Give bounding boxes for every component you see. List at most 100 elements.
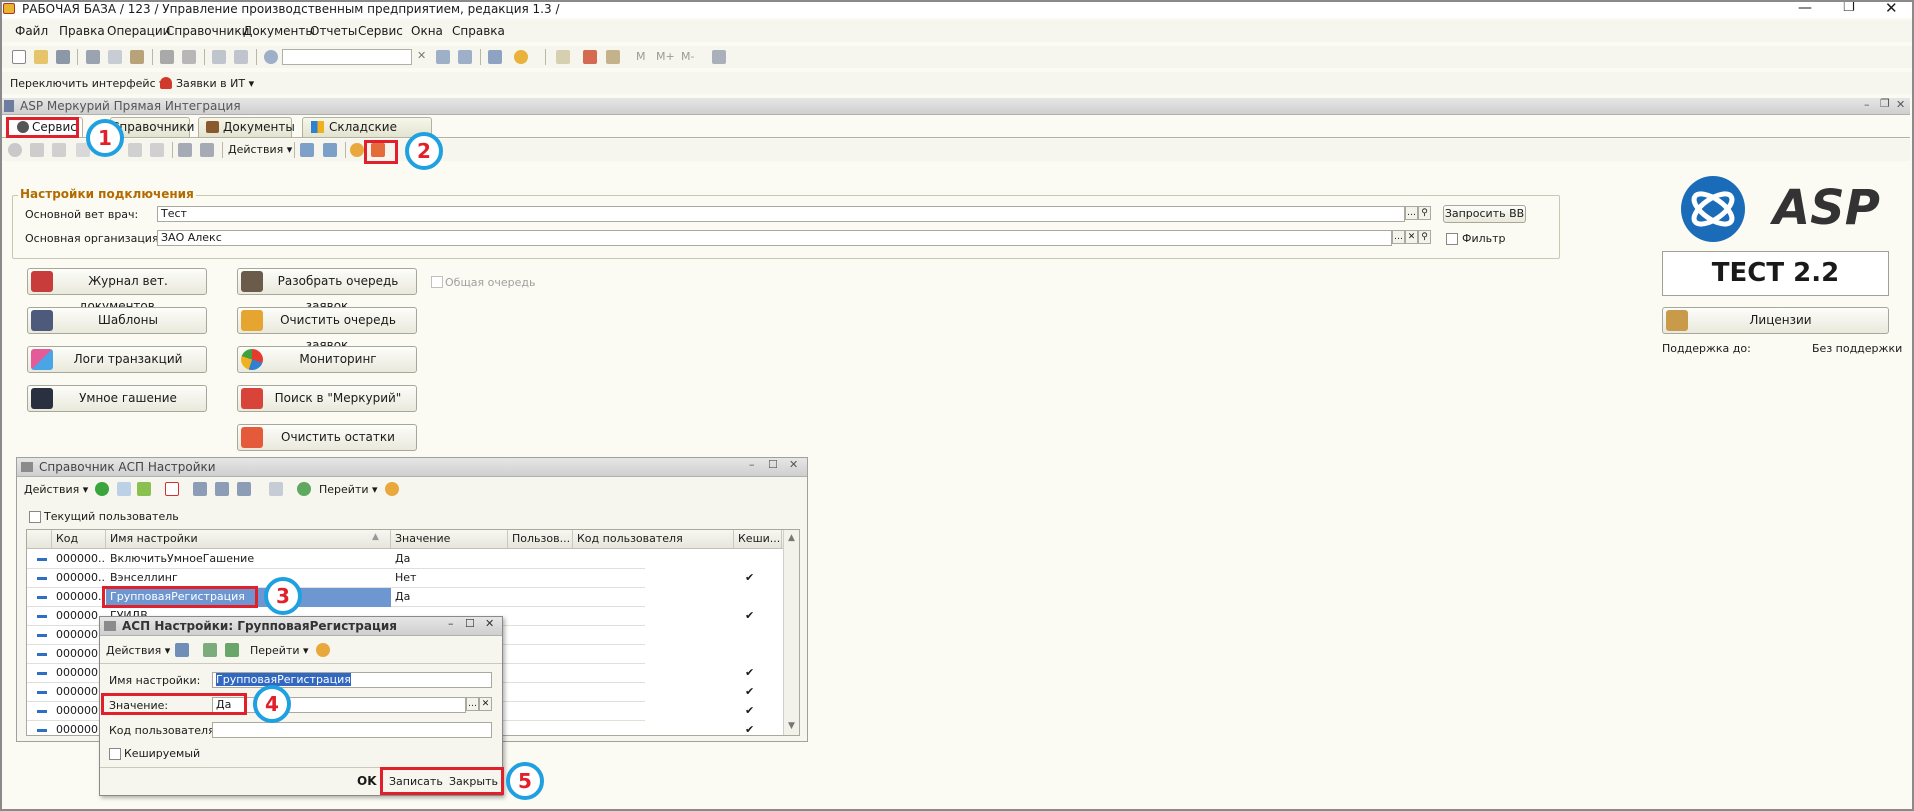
- restore-icon[interactable]: ❐: [1843, 0, 1855, 15]
- help-icon[interactable]: [350, 143, 364, 157]
- subwindow-minimize-icon[interactable]: –: [1864, 98, 1870, 111]
- cached-checkbox[interactable]: [109, 748, 121, 760]
- table-scrollbar[interactable]: ▲ ▼: [783, 530, 799, 735]
- search-mercury-button[interactable]: Поиск в "Меркурий": [237, 385, 417, 412]
- subwindow-close-icon[interactable]: ✕: [1896, 98, 1905, 111]
- actions-menu[interactable]: Действия ▾: [228, 143, 292, 156]
- print-icon[interactable]: [160, 50, 174, 64]
- save-close-icon[interactable]: [175, 643, 189, 657]
- menu-catalogs[interactable]: Справочники: [166, 24, 249, 38]
- vet-journal-button[interactable]: Журнал вет. документов: [27, 268, 207, 313]
- templates-button[interactable]: Шаблоны: [27, 307, 207, 334]
- open-folder-icon[interactable]: [34, 50, 48, 64]
- switch-interface-button[interactable]: Переключить интерфейс ▾: [10, 77, 165, 90]
- menu-windows[interactable]: Окна: [411, 24, 443, 38]
- catalog-close-icon[interactable]: ✕: [789, 458, 798, 471]
- user-code-field[interactable]: [212, 722, 492, 738]
- request-vet-button[interactable]: Запросить ВВ: [1443, 205, 1526, 223]
- catalog-maximize-icon[interactable]: ☐: [768, 458, 778, 471]
- filter-off-icon[interactable]: [269, 482, 283, 496]
- dialog-actions-menu[interactable]: Действия ▾: [106, 644, 170, 657]
- vet-search-icon[interactable]: ⚲: [1418, 206, 1431, 220]
- redo-icon[interactable]: [234, 50, 248, 64]
- edit-pencil-icon[interactable]: [137, 482, 151, 496]
- calendar-icon[interactable]: [583, 50, 597, 64]
- menu-file[interactable]: Файл: [15, 24, 48, 38]
- filter-value-icon[interactable]: [215, 482, 229, 496]
- filter-list-icon[interactable]: [237, 482, 251, 496]
- sort-asc-icon[interactable]: [178, 143, 192, 157]
- value-clear-icon[interactable]: ✕: [479, 697, 492, 711]
- parse-queue-button[interactable]: Разобрать очередь заявок: [237, 268, 417, 313]
- refresh-form-icon[interactable]: [203, 643, 217, 657]
- it-requests-button[interactable]: Заявки в ИТ ▾: [176, 77, 254, 90]
- monitoring-button[interactable]: Мониторинг: [237, 346, 417, 373]
- clear-queue-button[interactable]: Очистить очередь заявок: [237, 307, 417, 352]
- catalog-goto-menu[interactable]: Перейти ▾: [319, 483, 378, 496]
- windows-icon[interactable]: [488, 50, 502, 64]
- subwindow-restore-icon[interactable]: ❐: [1880, 97, 1890, 110]
- tab-warehouse[interactable]: Складские записи: [302, 117, 432, 152]
- tools-icon[interactable]: [712, 50, 726, 64]
- cut-icon[interactable]: [86, 50, 100, 64]
- catalog-help-icon[interactable]: [385, 482, 399, 496]
- menu-documents[interactable]: Документы: [243, 24, 315, 38]
- filter-checkbox[interactable]: [1446, 233, 1458, 245]
- tab-documents[interactable]: Документы: [198, 117, 295, 137]
- import-icon[interactable]: [300, 143, 314, 157]
- minimize-icon[interactable]: —: [1798, 0, 1812, 16]
- scroll-up-icon[interactable]: ▲: [788, 533, 795, 543]
- menu-service[interactable]: Сервис: [358, 24, 403, 38]
- close-icon[interactable]: ✕: [1885, 0, 1898, 17]
- edit-icon[interactable]: [52, 143, 66, 157]
- col-cached[interactable]: Кеши...: [734, 530, 782, 548]
- scroll-down-icon[interactable]: ▼: [788, 721, 795, 731]
- menu-reports[interactable]: Отчеты: [310, 24, 357, 38]
- filter-icon[interactable]: [193, 482, 207, 496]
- col-code[interactable]: Код: [52, 530, 106, 548]
- move-down-icon[interactable]: [150, 143, 164, 157]
- dialog-goto-menu[interactable]: Перейти ▾: [250, 644, 309, 657]
- col-user[interactable]: Пользов...: [508, 530, 573, 548]
- vet-field[interactable]: Тест: [157, 206, 1405, 222]
- info-icon[interactable]: [514, 50, 528, 64]
- general-queue-checkbox[interactable]: [431, 276, 443, 288]
- smart-cancel-button[interactable]: Умное гашение: [27, 385, 207, 412]
- ok-button[interactable]: OK: [357, 774, 377, 788]
- undo-icon[interactable]: [212, 50, 226, 64]
- search-clear-icon[interactable]: ✕: [417, 49, 426, 62]
- table-icon[interactable]: [606, 50, 620, 64]
- org-field[interactable]: ЗАО Алекс: [157, 230, 1392, 246]
- menu-operations[interactable]: Операции: [107, 24, 170, 38]
- find-icon[interactable]: [264, 50, 278, 64]
- current-user-checkbox[interactable]: [29, 511, 41, 523]
- copy-item-icon[interactable]: [30, 143, 44, 157]
- search-prev-icon[interactable]: [458, 50, 472, 64]
- clear-dynamics-button[interactable]: Очистить остатки динамики: [237, 424, 417, 469]
- add-green-icon[interactable]: [95, 482, 109, 496]
- paste-icon[interactable]: [130, 50, 144, 64]
- delete-mark-icon[interactable]: [165, 482, 179, 496]
- licenses-button[interactable]: Лицензии: [1662, 307, 1889, 334]
- copy-icon[interactable]: [108, 50, 122, 64]
- vet-select-button[interactable]: …: [1405, 206, 1418, 220]
- org-select-button[interactable]: …: [1392, 230, 1405, 244]
- menu-help[interactable]: Справка: [452, 24, 505, 38]
- add-copy-icon[interactable]: [117, 482, 131, 496]
- add-circle-icon[interactable]: [8, 143, 22, 157]
- menu-edit[interactable]: Правка: [59, 24, 105, 38]
- calculator-icon[interactable]: [556, 50, 570, 64]
- search-next-icon[interactable]: [436, 50, 450, 64]
- search-combo[interactable]: [282, 49, 412, 65]
- value-select-button[interactable]: …: [466, 697, 479, 711]
- catalog-minimize-icon[interactable]: –: [749, 458, 755, 471]
- table-row[interactable]: 000000... ВключитьУмноеГашение Да: [27, 550, 645, 569]
- col-value[interactable]: Значение: [391, 530, 508, 548]
- move-up-icon[interactable]: [128, 143, 142, 157]
- col-user-code[interactable]: Код пользователя: [573, 530, 734, 548]
- col-name[interactable]: Имя настройки: [106, 530, 391, 548]
- dialog-help-icon[interactable]: [316, 643, 330, 657]
- memory-minus-button[interactable]: M-: [681, 50, 694, 63]
- print-preview-icon[interactable]: [182, 50, 196, 64]
- setting-name-field[interactable]: ГрупповаяРегистрация: [212, 672, 492, 688]
